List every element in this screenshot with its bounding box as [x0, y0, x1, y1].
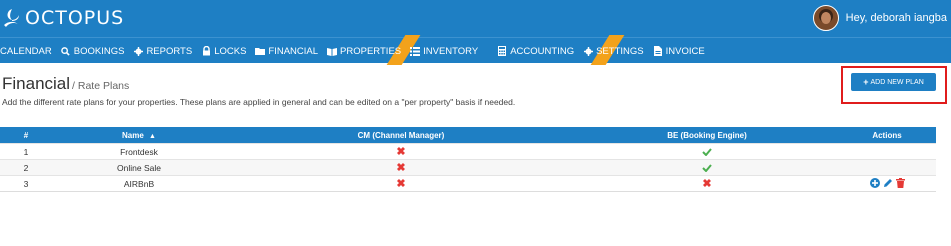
app-name: OCTOPUS: [25, 7, 125, 29]
calculator-icon: [497, 46, 507, 56]
check-icon: [576, 147, 838, 156]
nav-item-label: INVOICE: [665, 45, 705, 57]
plus-icon: +: [863, 77, 869, 87]
book-icon: [327, 46, 338, 56]
column-header-actions: Actions: [872, 130, 902, 140]
nav-item-label: REPORTS: [146, 45, 193, 57]
nav-item-accounting[interactable]: ACCOUNTING: [497, 46, 574, 57]
plan-name: Frontdesk: [120, 146, 158, 157]
nav-item-bookings[interactable]: BOOKINGS: [61, 45, 125, 57]
rate-plans-table: # Name ▲︎ CM (Channel Manager) BE (Booki…: [0, 127, 936, 192]
nav-item-label: LOCKS: [214, 45, 247, 57]
nav-item-label: FINANCIAL: [268, 45, 319, 57]
user-menu[interactable]: Hey, deborah iangba: [812, 5, 947, 31]
edit-icon[interactable]: [883, 178, 893, 190]
nav-item-financial[interactable]: FINANCIAL: [255, 46, 318, 57]
nav-item-label: BOOKINGS: [73, 45, 125, 57]
sort-icon[interactable]: ▲︎: [149, 133, 156, 140]
page-title-sub: / Rate Plans: [72, 80, 130, 92]
cross-icon: ✖: [396, 146, 406, 158]
column-header-be: BE (Booking Engine): [667, 130, 747, 140]
table-header: # Name ▲︎ CM (Channel Manager) BE (Booki…: [0, 127, 936, 143]
plan-name: Online Sale: [117, 162, 161, 173]
table-row: 3 AIRBnB ✖ ✖: [0, 175, 936, 191]
top-bar: OCTOPUS Hey, deborah iangba: [0, 0, 951, 37]
app-logo[interactable]: OCTOPUS: [2, 7, 124, 29]
search-icon: [61, 46, 71, 56]
nav-item-settings[interactable]: SETTINGS: [583, 46, 644, 57]
folder-icon: [255, 46, 266, 56]
nav-item-label: INVENTORY: [423, 45, 479, 57]
plan-name: AIRBnB: [123, 178, 155, 189]
row-number: 1: [23, 146, 29, 157]
gear-icon: [583, 46, 593, 56]
delete-icon[interactable]: [895, 177, 905, 190]
nav-item-properties[interactable]: PROPERTIES: [327, 46, 401, 57]
nav-item-label: CALENDAR: [0, 45, 52, 57]
column-header-name-label: Name: [122, 130, 144, 140]
nav-item-calendar[interactable]: CALENDAR: [0, 46, 52, 57]
add-icon[interactable]: [869, 177, 880, 190]
check-icon: [576, 163, 838, 172]
nav-item-label: PROPERTIES: [340, 45, 402, 57]
list-icon: [410, 46, 421, 56]
octopus-logo-icon: [4, 9, 19, 27]
main-nav: CALENDAR BOOKINGS REPORTS LOCKS FINANCIA…: [0, 35, 951, 65]
page-title-main: Financial: [2, 74, 71, 93]
table-body: 1 Frontdesk ✖ 2 Online Sale ✖ 3 AIRBnB ✖ ✖: [0, 143, 936, 191]
user-greeting[interactable]: Hey, deborah iangba: [846, 12, 947, 24]
page-title: Financial / Rate Plans: [2, 74, 129, 94]
lock-icon: [201, 46, 211, 56]
row-actions: [838, 177, 936, 190]
table-row: 1 Frontdesk ✖: [0, 143, 936, 159]
nav-item-reports[interactable]: REPORTS: [133, 46, 192, 57]
cross-icon: ✖: [396, 162, 406, 174]
add-new-plan-button[interactable]: + ADD NEW PLAN: [851, 73, 936, 91]
gear-icon: [133, 46, 143, 56]
page-description: Add the different rate plans for your pr…: [2, 97, 516, 107]
column-header-cm: CM (Channel Manager): [357, 130, 445, 140]
cross-icon: ✖: [396, 178, 406, 190]
nav-item-label: SETTINGS: [596, 45, 644, 57]
avatar[interactable]: [812, 5, 839, 31]
row-number: 3: [23, 178, 29, 189]
column-header-number: #: [23, 130, 29, 140]
add-new-plan-label: ADD NEW PLAN: [870, 78, 924, 86]
column-header-name[interactable]: Name ▲︎: [52, 131, 226, 140]
document-icon: [653, 46, 663, 56]
table-row: 2 Online Sale ✖: [0, 159, 936, 175]
nav-item-locks[interactable]: LOCKS: [201, 46, 246, 57]
nav-item-label: ACCOUNTING: [510, 45, 575, 57]
row-number: 2: [23, 162, 29, 173]
cross-icon: ✖: [702, 178, 712, 190]
nav-item-inventory[interactable]: INVENTORY: [410, 46, 478, 57]
nav-item-invoice[interactable]: INVOICE: [653, 46, 705, 57]
